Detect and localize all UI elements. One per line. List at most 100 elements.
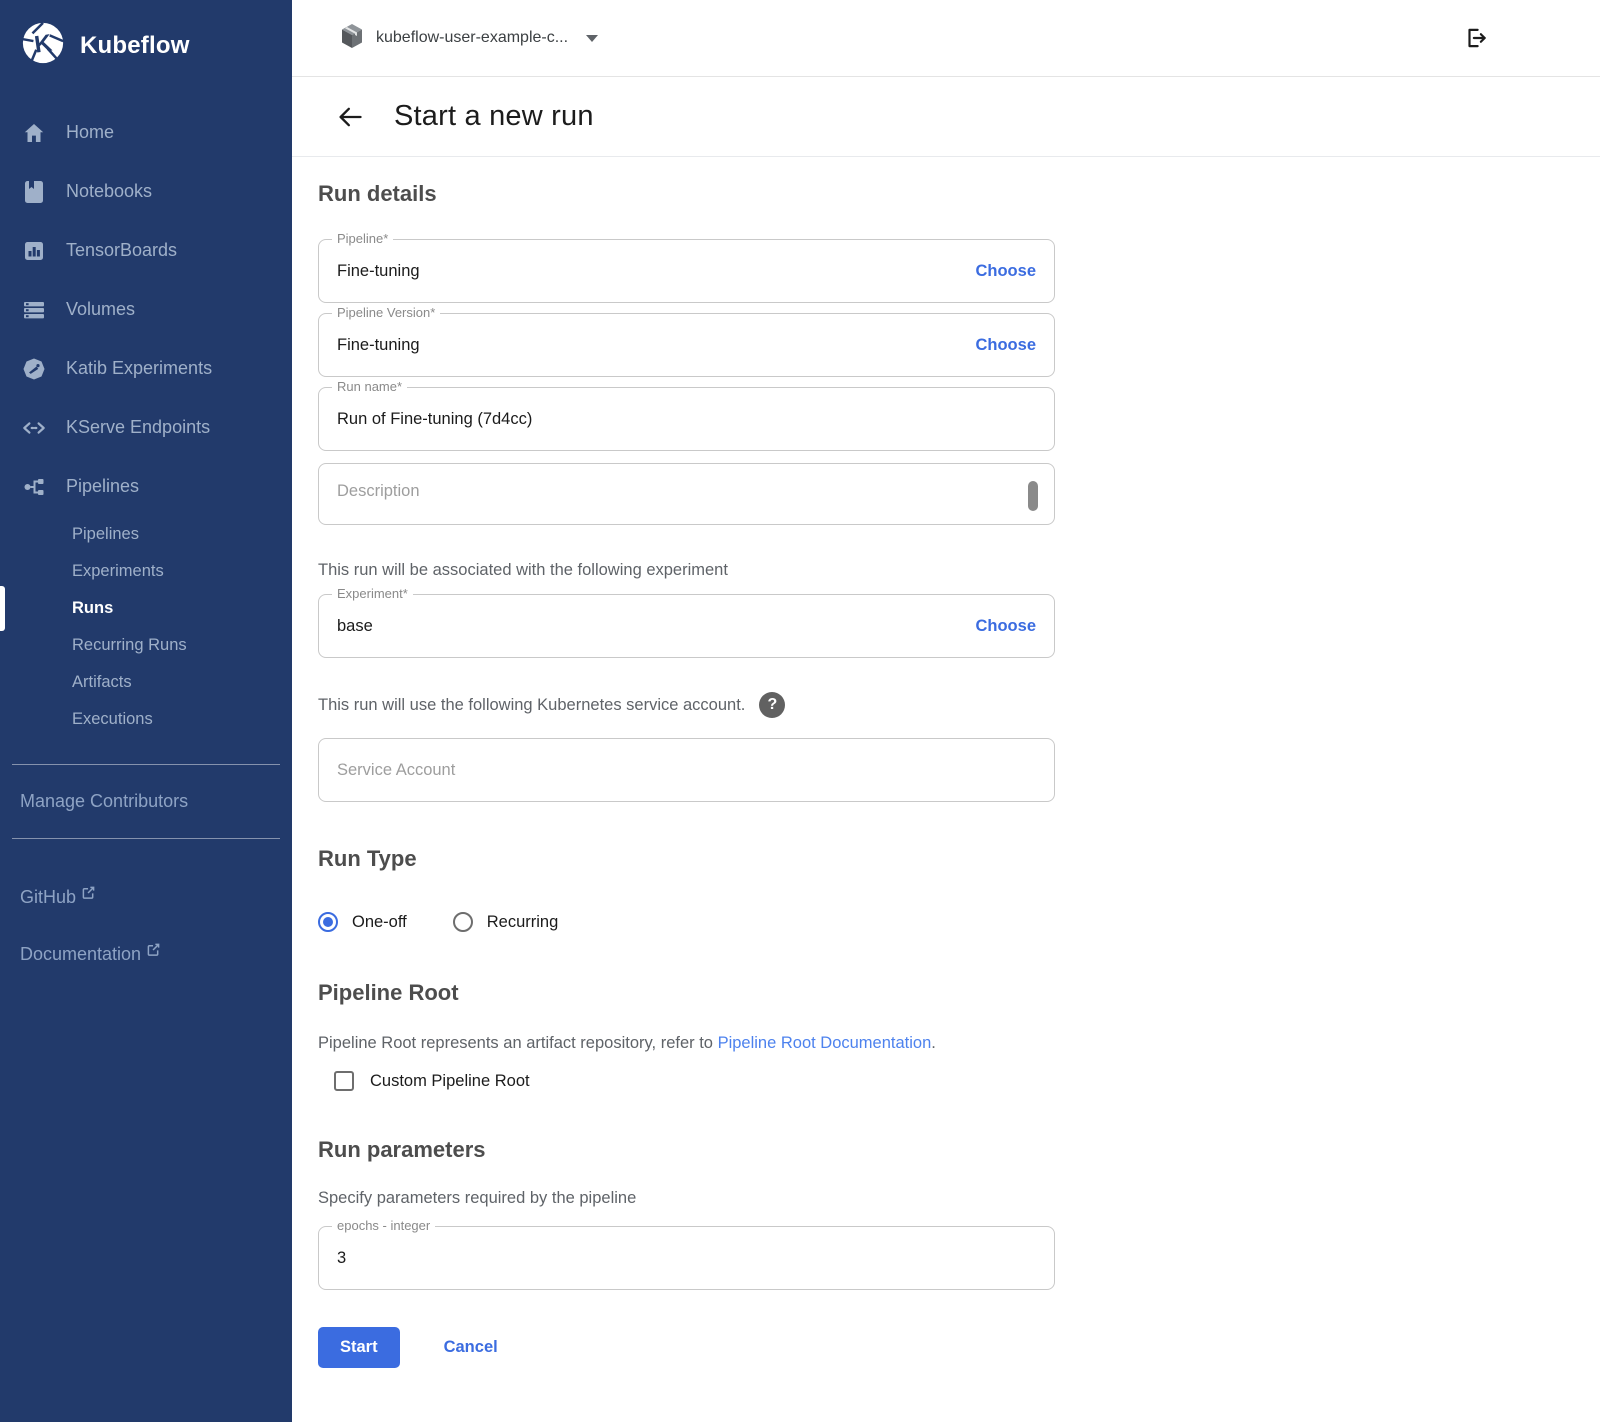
sidebar-subitem-experiments[interactable]: Experiments — [0, 553, 292, 590]
kubeflow-logo-icon: K — [20, 20, 66, 71]
cancel-button[interactable]: Cancel — [444, 1338, 498, 1357]
link-label: GitHub — [20, 887, 76, 908]
service-account-input[interactable] — [337, 761, 1036, 780]
logout-button[interactable] — [1460, 22, 1492, 54]
sidebar-subitem-label: Executions — [72, 710, 153, 729]
run-parameters-heading: Run parameters — [318, 1137, 1055, 1163]
manage-contributors-link[interactable]: Manage Contributors — [0, 765, 292, 812]
main-area: kubeflow-user-example-c... Start a new r… — [292, 0, 1600, 1422]
back-arrow-icon — [336, 103, 364, 131]
github-link[interactable]: GitHub — [0, 887, 292, 908]
run-name-input[interactable] — [337, 410, 1036, 429]
radio-selected-icon[interactable] — [318, 912, 338, 932]
experiment-choose-button[interactable]: Choose — [975, 617, 1036, 636]
radio-label: One-off — [352, 913, 407, 932]
pipeline-root-heading: Pipeline Root — [318, 980, 1055, 1006]
experiment-field[interactable]: Experiment* base Choose — [318, 594, 1055, 658]
sidebar-item-tensorboards[interactable]: TensorBoards — [0, 221, 292, 280]
brand-name: Kubeflow — [80, 32, 190, 60]
sidebar-item-label: Pipelines — [66, 476, 139, 497]
radio-option-recurring[interactable]: Recurring — [453, 912, 559, 932]
home-icon — [22, 121, 46, 145]
pipeline-root-doc-link[interactable]: Pipeline Root Documentation — [718, 1034, 932, 1052]
sidebar-item-kserve-endpoints[interactable]: KServe Endpoints — [0, 398, 292, 457]
sidebar-item-label: TensorBoards — [66, 240, 177, 261]
documentation-link[interactable]: Documentation — [0, 944, 292, 965]
checkbox-label: Custom Pipeline Root — [370, 1072, 530, 1091]
scrollbar-thumb[interactable] — [1028, 481, 1038, 511]
sidebar-subitem-label: Experiments — [72, 562, 164, 581]
sidebar-subitem-artifacts[interactable]: Artifacts — [0, 664, 292, 701]
start-button[interactable]: Start — [318, 1327, 400, 1368]
sidebar-subitem-pipelines[interactable]: Pipelines — [0, 516, 292, 553]
sidebar-item-label: Katib Experiments — [66, 358, 212, 379]
kubeflow-brand[interactable]: K Kubeflow — [0, 0, 292, 85]
sidebar-item-notebooks[interactable]: Notebooks — [0, 162, 292, 221]
sidebar-subitem-label: Pipelines — [72, 525, 139, 544]
sidebar-item-katib-experiments[interactable]: Katib Experiments — [0, 339, 292, 398]
run-type-heading: Run Type — [318, 846, 1055, 872]
run-name-field-label: Run name* — [332, 379, 407, 394]
page-title: Start a new run — [394, 100, 594, 133]
pipeline-version-field-value: Fine-tuning — [337, 336, 975, 355]
namespace-selector[interactable]: kubeflow-user-example-c... — [340, 23, 598, 54]
pipeline-version-field-label: Pipeline Version* — [332, 305, 440, 320]
description-field[interactable] — [318, 463, 1055, 525]
tensorboard-icon — [22, 239, 46, 263]
sidebar-item-label: Volumes — [66, 299, 135, 320]
epochs-input[interactable] — [337, 1249, 1036, 1268]
radio-unselected-icon[interactable] — [453, 912, 473, 932]
pipelines-icon — [22, 475, 46, 499]
topbar: kubeflow-user-example-c... — [292, 0, 1600, 77]
sidebar-item-label: Home — [66, 122, 114, 143]
back-button[interactable] — [336, 103, 364, 131]
external-link-icon — [82, 883, 95, 904]
sidebar-item-label: KServe Endpoints — [66, 417, 210, 438]
sidebar-subitem-runs[interactable]: Runs — [0, 590, 292, 627]
run-name-field[interactable]: Run name* — [318, 387, 1055, 451]
sidebar-item-volumes[interactable]: Volumes — [0, 280, 292, 339]
pipeline-version-field[interactable]: Pipeline Version* Fine-tuning Choose — [318, 313, 1055, 377]
pipeline-root-text-suffix: . — [931, 1034, 936, 1052]
sidebar-item-home[interactable]: Home — [0, 103, 292, 162]
description-input[interactable] — [337, 482, 1020, 520]
notebook-icon — [22, 180, 46, 204]
run-details-heading: Run details — [318, 181, 1600, 207]
sidebar-subitem-recurring-runs[interactable]: Recurring Runs — [0, 627, 292, 664]
volumes-icon — [22, 298, 46, 322]
sidebar-item-pipelines[interactable]: Pipelines — [0, 457, 292, 516]
radio-label: Recurring — [487, 913, 559, 932]
pipeline-field[interactable]: Pipeline* Fine-tuning Choose — [318, 239, 1055, 303]
pipeline-field-label: Pipeline* — [332, 231, 393, 246]
logout-icon — [1463, 25, 1489, 51]
pipeline-choose-button[interactable]: Choose — [975, 262, 1036, 281]
custom-pipeline-root-option[interactable]: Custom Pipeline Root — [334, 1071, 1055, 1091]
experiment-field-label: Experiment* — [332, 586, 413, 601]
pipeline-version-choose-button[interactable]: Choose — [975, 336, 1036, 355]
page-header: Start a new run — [292, 77, 1600, 157]
pipeline-root-text: Pipeline Root represents an artifact rep… — [318, 1034, 718, 1052]
sidebar-subitem-label: Runs — [72, 599, 113, 618]
run-parameters-description: Specify parameters required by the pipel… — [318, 1189, 1055, 1208]
sidebar-divider — [12, 838, 280, 839]
namespace-label: kubeflow-user-example-c... — [376, 29, 568, 47]
checkbox-unchecked-icon[interactable] — [334, 1071, 354, 1091]
link-label: Documentation — [20, 944, 141, 965]
radio-option-one-off[interactable]: One-off — [318, 912, 407, 932]
service-account-field[interactable] — [318, 738, 1055, 802]
sidebar-item-label: Notebooks — [66, 181, 152, 202]
epochs-field[interactable]: epochs - integer — [318, 1226, 1055, 1290]
katib-icon — [22, 357, 46, 381]
sidebar: K Kubeflow Home Notebooks — [0, 0, 292, 1422]
run-type-options: One-off Recurring — [318, 912, 1055, 932]
chevron-down-icon — [586, 35, 598, 42]
help-icon[interactable] — [759, 692, 785, 718]
sidebar-subitem-executions[interactable]: Executions — [0, 701, 292, 738]
page-content: Run details Pipeline* Fine-tuning Choose… — [292, 157, 1600, 1408]
sidebar-nav: Home Notebooks TensorBoards Volumes — [0, 85, 292, 738]
endpoints-icon — [22, 416, 46, 440]
service-account-note: This run will use the following Kubernet… — [318, 696, 745, 715]
cube-icon — [340, 23, 364, 54]
pipeline-root-description: Pipeline Root represents an artifact rep… — [318, 1034, 1055, 1053]
pipeline-field-value: Fine-tuning — [337, 262, 975, 281]
